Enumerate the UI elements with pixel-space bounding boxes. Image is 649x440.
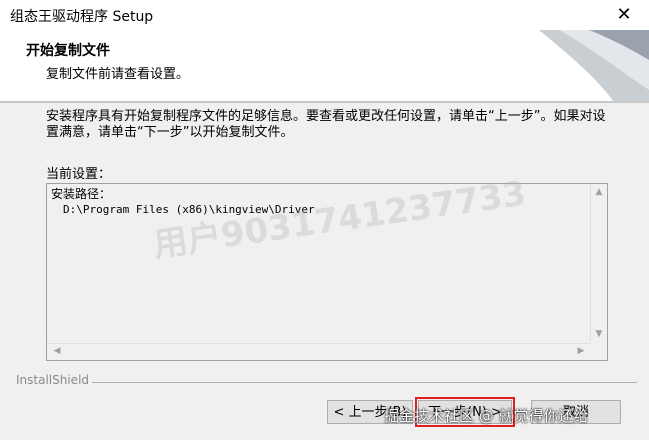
current-settings-label: 当前设置： [46,167,112,182]
settings-listbox[interactable]: 安装路径： D:\Program Files (x86)\kingview\Dr… [46,183,608,361]
scroll-right-icon[interactable]: ▶ [573,346,589,356]
vertical-scrollbar[interactable]: ▲ ▼ [590,184,607,342]
page-title: 开始复制文件 [26,43,110,59]
wizard-footer: InstallShield < 上一步(B) 下一步(N) > 取消 [0,365,649,440]
page-subtitle: 复制文件前请查看设置。 [46,67,190,82]
next-button[interactable]: 下一步(N) > [415,397,515,427]
horizontal-scrollbar[interactable]: ◀ ▶ [47,343,591,360]
window-title: 组态王驱动程序 Setup [10,9,154,25]
brand-divider [92,382,637,383]
close-icon[interactable]: ✕ [613,4,635,26]
back-button[interactable]: < 上一步(B) [327,400,413,424]
installshield-brand: InstallShield [16,373,90,387]
scroll-left-icon[interactable]: ◀ [49,346,65,356]
title-bar: 组态王驱动程序 Setup ✕ [0,0,649,30]
intro-text: 安装程序具有开始复制程序文件的足够信息。要查看或更改任何设置，请单击“上一步”。… [46,109,606,140]
scroll-up-icon[interactable]: ▲ [591,187,607,197]
installer-graphic-icon [539,30,649,102]
settings-content: 安装路径： D:\Program Files (x86)\kingview\Dr… [51,186,315,218]
content-panel: 安装程序具有开始复制程序文件的足够信息。要查看或更改任何设置，请单击“上一步”。… [0,103,649,365]
wizard-header: 开始复制文件 复制文件前请查看设置。 [0,30,649,102]
install-path-value: D:\Program Files (x86)\kingview\Driver [63,203,315,216]
install-path-label: 安装路径： [51,187,112,201]
scrollbar-corner [591,344,607,360]
cancel-button[interactable]: 取消 [531,400,621,424]
scroll-down-icon[interactable]: ▼ [591,329,607,339]
